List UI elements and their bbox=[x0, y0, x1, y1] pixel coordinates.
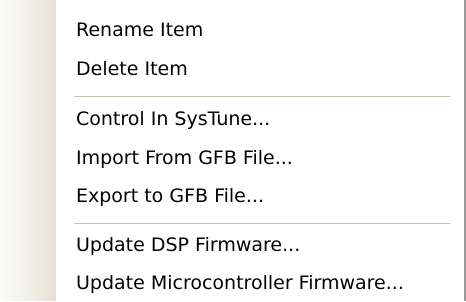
context-menu: Rename Item Delete Item Control In SysTu… bbox=[0, 0, 466, 301]
menu-item-label: Update DSP Firmware... bbox=[76, 234, 301, 256]
menu-separator bbox=[74, 223, 450, 224]
menu-item-label: Control In SysTune... bbox=[76, 108, 271, 130]
menu-item-import-from-gfb-file[interactable]: Import From GFB File... bbox=[56, 140, 462, 177]
menu-item-label: Delete Item bbox=[76, 58, 188, 80]
menu-item-control-in-systune[interactable]: Control In SysTune... bbox=[56, 101, 462, 138]
menu-item-label: Export to GFB File... bbox=[76, 185, 264, 207]
menu-item-rename-item[interactable]: Rename Item bbox=[56, 12, 462, 49]
menu-item-label: Update Microcontroller Firmware... bbox=[76, 272, 404, 294]
menu-item-label: Rename Item bbox=[76, 19, 204, 41]
menu-item-delete-item[interactable]: Delete Item bbox=[56, 51, 462, 88]
menu-item-update-microcontroller-firmware[interactable]: Update Microcontroller Firmware... bbox=[56, 265, 462, 302]
menu-separator bbox=[74, 96, 450, 97]
menu-item-update-dsp-firmware[interactable]: Update DSP Firmware... bbox=[56, 227, 462, 264]
menu-item-export-to-gfb-file[interactable]: Export to GFB File... bbox=[56, 178, 462, 215]
menu-item-label: Import From GFB File... bbox=[76, 147, 293, 169]
menu-icon-gutter bbox=[0, 0, 56, 301]
